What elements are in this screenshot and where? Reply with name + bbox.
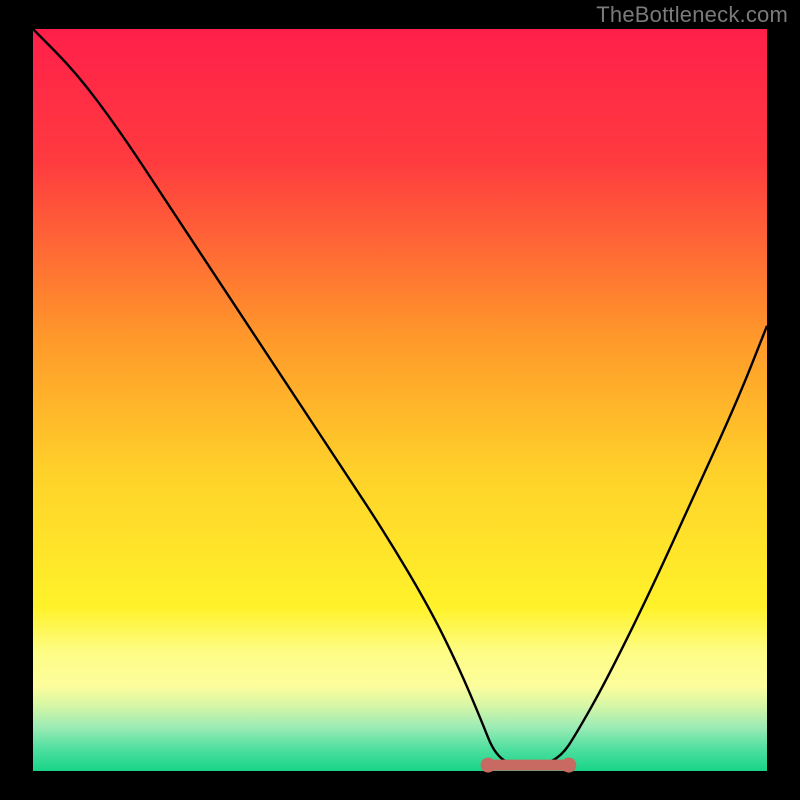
bottleneck-chart xyxy=(0,0,800,800)
plot-area xyxy=(33,29,767,771)
optimal-region-marker xyxy=(481,758,577,773)
watermark-text: TheBottleneck.com xyxy=(596,2,788,28)
chart-container: TheBottleneck.com xyxy=(0,0,800,800)
